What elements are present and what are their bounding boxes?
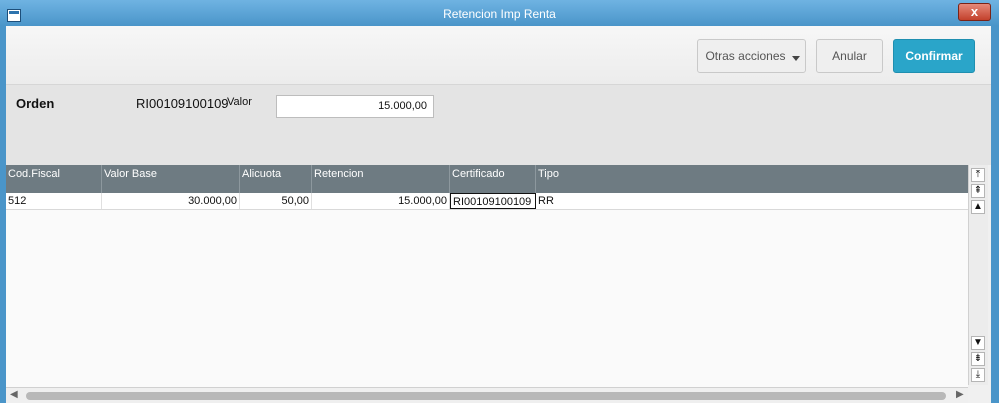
table-row[interactable]: 512 30.000,00 50,00 15.000,00 RI00109100… xyxy=(6,193,968,210)
vertical-scrollbar[interactable]: ⤒ ⇞ ▲ ▼ ⇟ ⤓ xyxy=(968,165,988,385)
cell-retencion[interactable]: 15.000,00 xyxy=(312,193,450,209)
close-icon: x xyxy=(970,4,979,19)
column-header-tipo[interactable]: Tipo xyxy=(536,165,968,193)
cell-cod-fiscal[interactable]: 512 xyxy=(6,193,102,209)
scroll-top-icon[interactable]: ⤒ xyxy=(971,168,985,182)
retenciones-grid: Cod.Fiscal Valor Base Alicuota Retencion… xyxy=(6,165,968,387)
dialog-content: Otras acciones Anular Confirmar Orden RI… xyxy=(6,26,991,411)
cell-certificado[interactable]: RI00109100109 xyxy=(450,193,536,209)
horizontal-scroll-thumb[interactable] xyxy=(26,392,946,400)
action-toolbar: Otras acciones Anular Confirmar xyxy=(6,26,991,85)
scroll-bottom-icon[interactable]: ⤓ xyxy=(971,368,985,382)
column-header-valor-base[interactable]: Valor Base xyxy=(102,165,240,193)
title-bar: Retencion Imp Renta x xyxy=(0,0,999,26)
column-header-retencion[interactable]: Retencion xyxy=(312,165,450,193)
valor-label: Valor xyxy=(227,96,252,108)
column-header-alicuota[interactable]: Alicuota xyxy=(240,165,312,193)
grid-header: Cod.Fiscal Valor Base Alicuota Retencion… xyxy=(6,165,968,193)
otras-acciones-label: Otras acciones xyxy=(705,49,786,63)
orden-label: Orden xyxy=(16,96,55,111)
orden-value: RI00109100109 xyxy=(136,96,229,111)
cell-valor-base[interactable]: 30.000,00 xyxy=(102,193,240,209)
background-window-strip xyxy=(0,403,999,414)
chevron-down-icon xyxy=(792,56,800,61)
column-header-cod-fiscal[interactable]: Cod.Fiscal xyxy=(6,165,102,193)
cell-tipo[interactable]: RR xyxy=(536,193,968,209)
dialog-window: Retencion Imp Renta x Otras acciones Anu… xyxy=(0,0,999,414)
scroll-up-icon[interactable]: ▲ xyxy=(971,200,985,214)
scroll-page-up-icon[interactable]: ⇞ xyxy=(971,184,985,198)
column-header-certificado[interactable]: Certificado xyxy=(450,165,536,193)
otras-acciones-button[interactable]: Otras acciones xyxy=(697,39,806,73)
confirmar-button[interactable]: Confirmar xyxy=(893,39,975,73)
scroll-left-icon[interactable]: ◀ xyxy=(10,389,18,400)
scroll-down-icon[interactable]: ▼ xyxy=(971,336,985,350)
close-button[interactable]: x xyxy=(958,3,991,21)
valor-input[interactable]: 15.000,00 xyxy=(276,95,434,118)
scroll-right-icon[interactable]: ▶ xyxy=(956,389,964,400)
window-title: Retencion Imp Renta xyxy=(443,7,556,21)
cell-alicuota[interactable]: 50,00 xyxy=(240,193,312,209)
scroll-page-down-icon[interactable]: ⇟ xyxy=(971,352,985,366)
anular-button[interactable]: Anular xyxy=(816,39,883,73)
horizontal-scrollbar[interactable]: ◀ ▶ xyxy=(6,387,968,404)
form-panel: Orden RI00109100109 Valor 15.000,00 xyxy=(6,85,991,165)
window-frame-edge xyxy=(991,26,999,414)
